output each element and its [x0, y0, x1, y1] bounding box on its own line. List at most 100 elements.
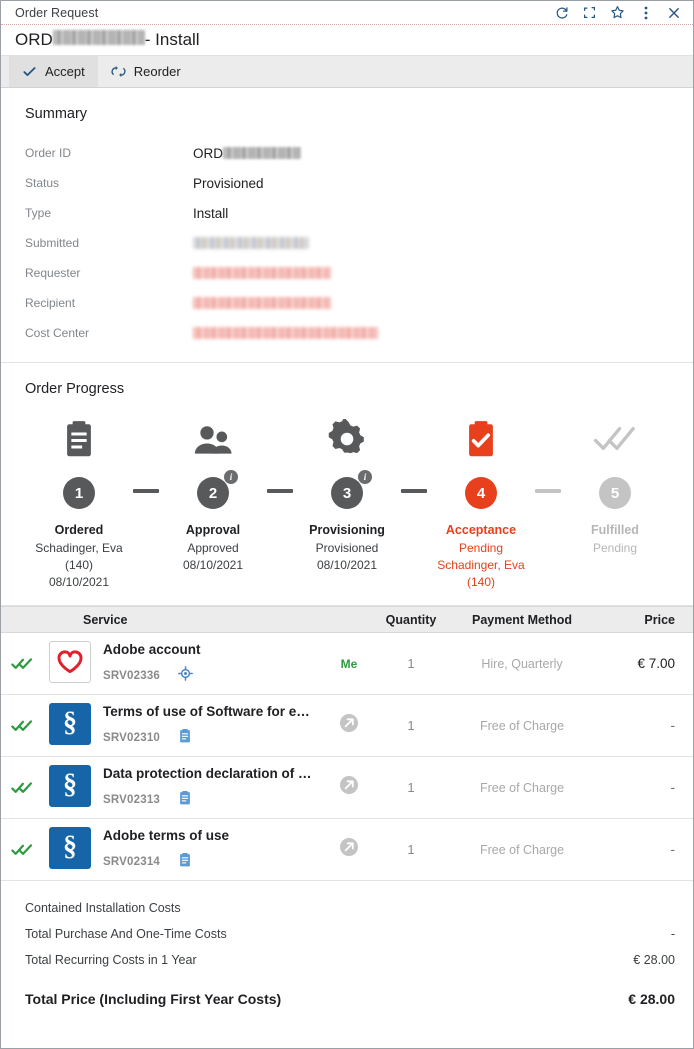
paragraph-logo: §: [49, 827, 91, 869]
payment-method-value: Hire, Quarterly: [481, 656, 563, 671]
progress-step-meta: Schadinger, Eva (140) 08/10/2021: [35, 540, 122, 591]
payment-method-cell: Hire, Quarterly: [447, 632, 597, 695]
service-cell: § Adobe terms of use SRV02314: [43, 818, 323, 881]
progress-step-number: 2: [197, 477, 229, 509]
target-icon[interactable]: [178, 666, 193, 686]
totals-value: -: [670, 927, 675, 941]
table-row[interactable]: § Adobe terms of use SRV02314 1 Free of …: [1, 818, 693, 881]
progress-step-fulfilled[interactable]: 5 Fulfilled Pending: [561, 415, 669, 591]
star-icon[interactable]: [604, 2, 631, 24]
summary-value[interactable]: [193, 327, 378, 339]
paragraph-glyph: §: [63, 831, 77, 862]
th-service[interactable]: Service: [43, 606, 323, 633]
service-name[interactable]: Adobe account: [103, 642, 201, 657]
progress-step-line: (140): [64, 558, 93, 572]
summary-title: Summary: [25, 106, 88, 122]
table-row[interactable]: § Data protection declaration of … SRV02…: [1, 756, 693, 819]
page-header: ORD - Install: [1, 25, 693, 55]
summary-value[interactable]: [193, 267, 331, 279]
arrow-circle-icon[interactable]: [339, 776, 359, 799]
service-name[interactable]: Data protection declaration of …: [103, 766, 312, 781]
service-name[interactable]: Adobe terms of use: [103, 828, 229, 843]
progress-step-line: Provisioned: [315, 541, 379, 555]
window-title: Order Request: [15, 5, 99, 20]
arrow-circle-icon[interactable]: [339, 714, 359, 737]
progress-step-name: Ordered: [54, 523, 104, 537]
quantity-cell: 1: [375, 818, 447, 881]
refresh-icon[interactable]: [548, 2, 575, 24]
totals-section: Contained Installation Costs Total Purch…: [1, 881, 693, 1021]
double-check-green-icon: [7, 719, 37, 733]
progress-step-line: Schadinger, Eva: [35, 541, 123, 555]
progress-step-number: 1: [63, 477, 95, 509]
row-status-cell: [1, 694, 43, 757]
progress-step-ordered[interactable]: 1 Ordered Schadinger, Eva (140) 08/10/20…: [25, 415, 133, 591]
action-cell: [323, 694, 375, 757]
progress-step-meta: Pending Schadinger, Eva (140): [437, 540, 524, 591]
page-title-prefix: ORD: [15, 30, 53, 49]
more-vertical-icon[interactable]: [632, 2, 659, 24]
services-table-body: Adobe account SRV02336 Me 1 Hire, Quarte…: [1, 632, 693, 881]
submitted-redacted: [193, 237, 309, 249]
progress-step-name: Approval: [185, 523, 241, 537]
row-status-cell: [1, 756, 43, 819]
progress-step-number: 5: [599, 477, 631, 509]
reorder-button[interactable]: Reorder: [98, 56, 194, 87]
totals-value: € 28.00: [633, 953, 675, 967]
accept-button[interactable]: Accept: [9, 56, 98, 87]
progress-step-number-wrap: 4: [465, 475, 497, 511]
grand-total-label: Total Price (Including First Year Costs): [25, 991, 282, 1007]
window-titlebar: Order Request: [1, 1, 693, 25]
paragraph-logo: §: [49, 765, 91, 807]
table-row[interactable]: Adobe account SRV02336 Me 1 Hire, Quarte…: [1, 632, 693, 695]
summary-value: ORD: [193, 146, 301, 161]
clipboard-icon: [62, 415, 96, 463]
progress-step-line: Schadinger, Eva: [437, 558, 525, 572]
page-title-suffix: - Install: [144, 30, 200, 49]
clipboard-small-icon[interactable]: [178, 790, 192, 810]
summary-row-requester: Requester: [25, 258, 669, 288]
fullscreen-icon[interactable]: [576, 2, 603, 24]
arrow-circle-icon[interactable]: [339, 838, 359, 861]
progress-step-number: 3: [331, 477, 363, 509]
summary-section: Summary Order ID ORD Status Provisioned …: [1, 88, 693, 363]
service-cell: Adobe account SRV02336: [43, 632, 323, 695]
th-price[interactable]: Price: [597, 606, 693, 633]
progress-step-line: 08/10/2021: [316, 558, 378, 572]
th-quantity[interactable]: Quantity: [375, 606, 447, 633]
info-icon[interactable]: i: [224, 470, 238, 484]
payment-method-cell: Free of Charge: [447, 818, 597, 881]
progress-step-provisioning[interactable]: 3 i Provisioning Provisioned 08/10/2021: [293, 415, 401, 591]
th-payment-method[interactable]: Payment Method: [447, 606, 597, 633]
summary-row-submitted: Submitted: [25, 228, 669, 258]
price-cell: -: [597, 818, 693, 881]
double-check-icon: [593, 415, 637, 463]
totals-row-installation: Contained Installation Costs: [25, 895, 675, 921]
summary-value[interactable]: [193, 297, 331, 309]
summary-label: Type: [25, 206, 52, 220]
payment-method-value: Free of Charge: [479, 780, 565, 795]
services-table-head: Service Quantity Payment Method Price: [1, 606, 693, 633]
payment-method-cell: Free of Charge: [447, 756, 597, 819]
clipboard-small-icon[interactable]: [178, 852, 192, 872]
progress-step-line: Pending: [458, 541, 504, 555]
progress-step-number-wrap: 5: [599, 475, 631, 511]
service-id: SRV02314: [103, 856, 161, 868]
clipboard-small-icon[interactable]: [178, 728, 192, 748]
order-request-window: Order Request ORD - Install Accept Reord…: [0, 0, 694, 1049]
paragraph-logo: §: [49, 703, 91, 745]
price-cell: -: [597, 756, 693, 819]
people-icon: [193, 415, 233, 463]
progress-step-approval[interactable]: 2 i Approval Approved 08/10/2021: [159, 415, 267, 591]
table-header-row: Service Quantity Payment Method Price: [1, 606, 693, 633]
info-icon[interactable]: i: [358, 470, 372, 484]
table-row[interactable]: § Terms of use of Software for e… SRV023…: [1, 694, 693, 757]
progress-step-acceptance[interactable]: 4 Acceptance Pending Schadinger, Eva (14…: [427, 415, 535, 591]
service-id: SRV02310: [103, 732, 161, 744]
service-name[interactable]: Terms of use of Software for e…: [103, 704, 310, 719]
action-cell: [323, 818, 375, 881]
cost-center-redacted: [193, 327, 378, 339]
totals-row-recurring: Total Recurring Costs in 1 Year € 28.00: [25, 947, 675, 973]
price-value: -: [670, 717, 676, 733]
close-icon[interactable]: [660, 2, 687, 24]
